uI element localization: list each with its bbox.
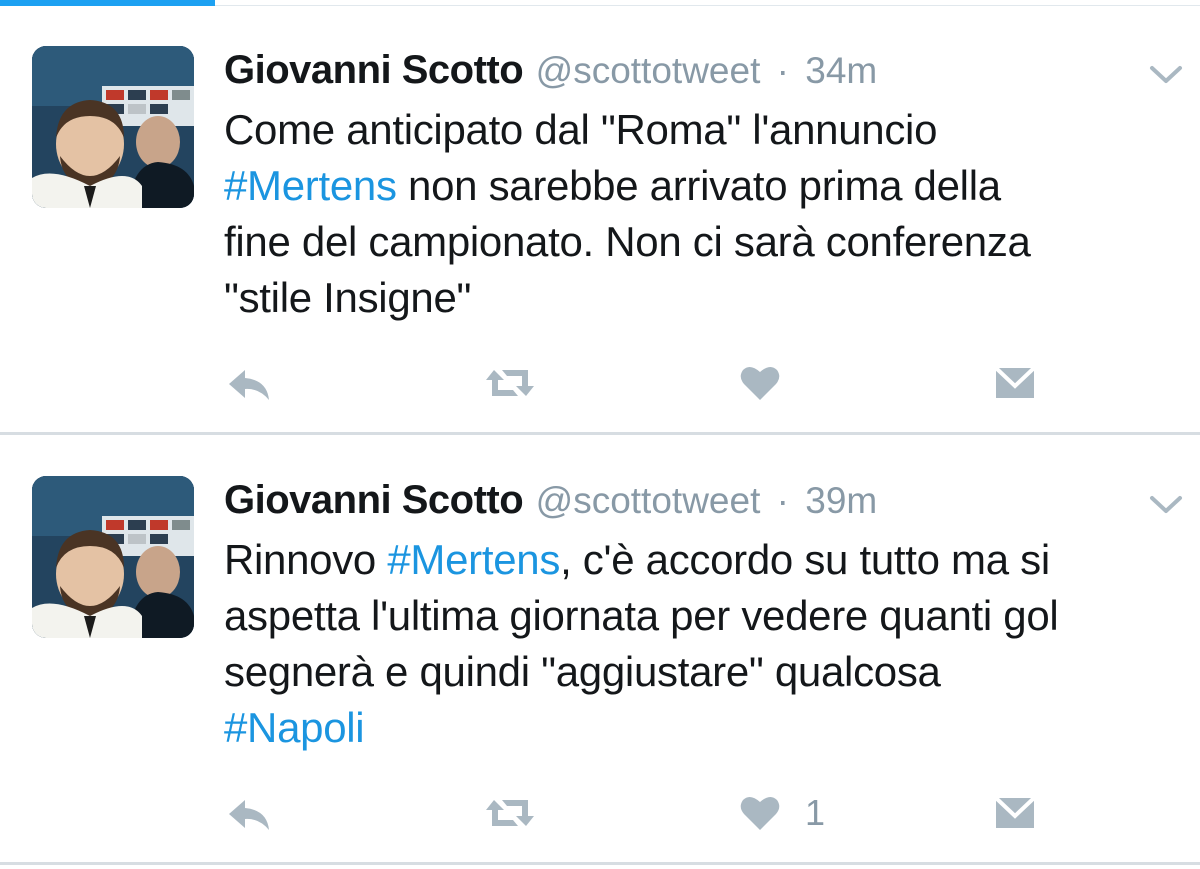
text-segment: non sarebbe arrivato prima della <box>396 162 1001 209</box>
text-segment: fine del campionato. Non ci sarà confere… <box>224 218 1031 265</box>
tweet[interactable]: Giovanni Scotto @scottotweet · 39m Rinno… <box>0 436 1200 862</box>
author-name[interactable]: Giovanni Scotto <box>224 478 524 522</box>
direct-message-icon[interactable] <box>992 358 1038 408</box>
heart-icon[interactable] <box>738 788 782 838</box>
hashtag-link[interactable]: #Napoli <box>224 704 365 751</box>
hashtag-link[interactable]: #Mertens <box>224 162 397 209</box>
author-handle[interactable]: @scottotweet <box>536 480 761 521</box>
avatar[interactable] <box>32 476 194 638</box>
text-segment: Come anticipato dal "Roma" l'annuncio <box>224 106 938 153</box>
tweet-actions: 1 <box>0 788 1200 838</box>
chevron-down-icon[interactable] <box>1146 490 1186 518</box>
direct-message-icon[interactable] <box>992 788 1038 838</box>
tweet-text: Come anticipato dal "Roma" l'annuncio #Me… <box>224 102 1184 326</box>
meta-separator: · <box>776 480 789 521</box>
avatar[interactable] <box>32 46 194 208</box>
hashtag-link[interactable]: #Mertens <box>387 536 560 583</box>
retweet-icon[interactable] <box>482 358 538 408</box>
tweet[interactable]: Giovanni Scotto @scottotweet · 34m Come … <box>0 6 1200 434</box>
chevron-down-icon[interactable] <box>1146 60 1186 88</box>
text-segment: "stile Insigne" <box>224 274 472 321</box>
tweet-text-line: segnerà e quindi "aggiustare" qualcosa <box>224 644 1184 700</box>
tweet-text-line: Come anticipato dal "Roma" l'annuncio <box>224 102 1184 158</box>
like-count[interactable]: 1 <box>805 788 825 838</box>
text-segment: , c'è accordo su tutto ma si <box>560 536 1050 583</box>
reply-icon[interactable] <box>225 788 273 838</box>
author-handle[interactable]: @scottotweet <box>536 50 761 91</box>
tweet-text: Rinnovo #Mertens, c'è accordo su tutto m… <box>224 532 1184 756</box>
tweet-timestamp[interactable]: 39m <box>805 480 877 521</box>
reply-icon[interactable] <box>225 358 273 408</box>
tweet-timestamp[interactable]: 34m <box>805 50 877 91</box>
tweet-meta: @scottotweet · 39m <box>536 480 878 521</box>
tweet-text-line: "stile Insigne" <box>224 270 1184 326</box>
text-segment: Rinnovo <box>224 536 388 583</box>
text-segment: segnerà e quindi "aggiustare" qualcosa <box>224 648 941 695</box>
tweet-actions <box>0 358 1200 408</box>
tweet-header: Giovanni Scotto @scottotweet · 39m <box>224 474 877 526</box>
tweet-text-line: #Napoli <box>224 700 1184 756</box>
tweet-meta: @scottotweet · 34m <box>536 50 878 91</box>
author-name[interactable]: Giovanni Scotto <box>224 48 524 92</box>
retweet-icon[interactable] <box>482 788 538 838</box>
tweet-text-line: aspetta l'ultima giornata per vedere qua… <box>224 588 1184 644</box>
tweet-text-line: fine del campionato. Non ci sarà confere… <box>224 214 1184 270</box>
tweet-divider <box>0 862 1200 865</box>
tweet-text-line: Rinnovo #Mertens, c'è accordo su tutto m… <box>224 532 1184 588</box>
tweet-header: Giovanni Scotto @scottotweet · 34m <box>224 44 877 96</box>
text-segment: aspetta l'ultima giornata per vedere qua… <box>224 592 1059 639</box>
tweet-divider <box>0 432 1200 435</box>
tweet-text-line: #Mertens non sarebbe arrivato prima dell… <box>224 158 1184 214</box>
heart-icon[interactable] <box>738 358 782 408</box>
meta-separator: · <box>776 50 789 91</box>
timeline: Giovanni Scotto @scottotweet · 34m Come … <box>0 0 1200 869</box>
